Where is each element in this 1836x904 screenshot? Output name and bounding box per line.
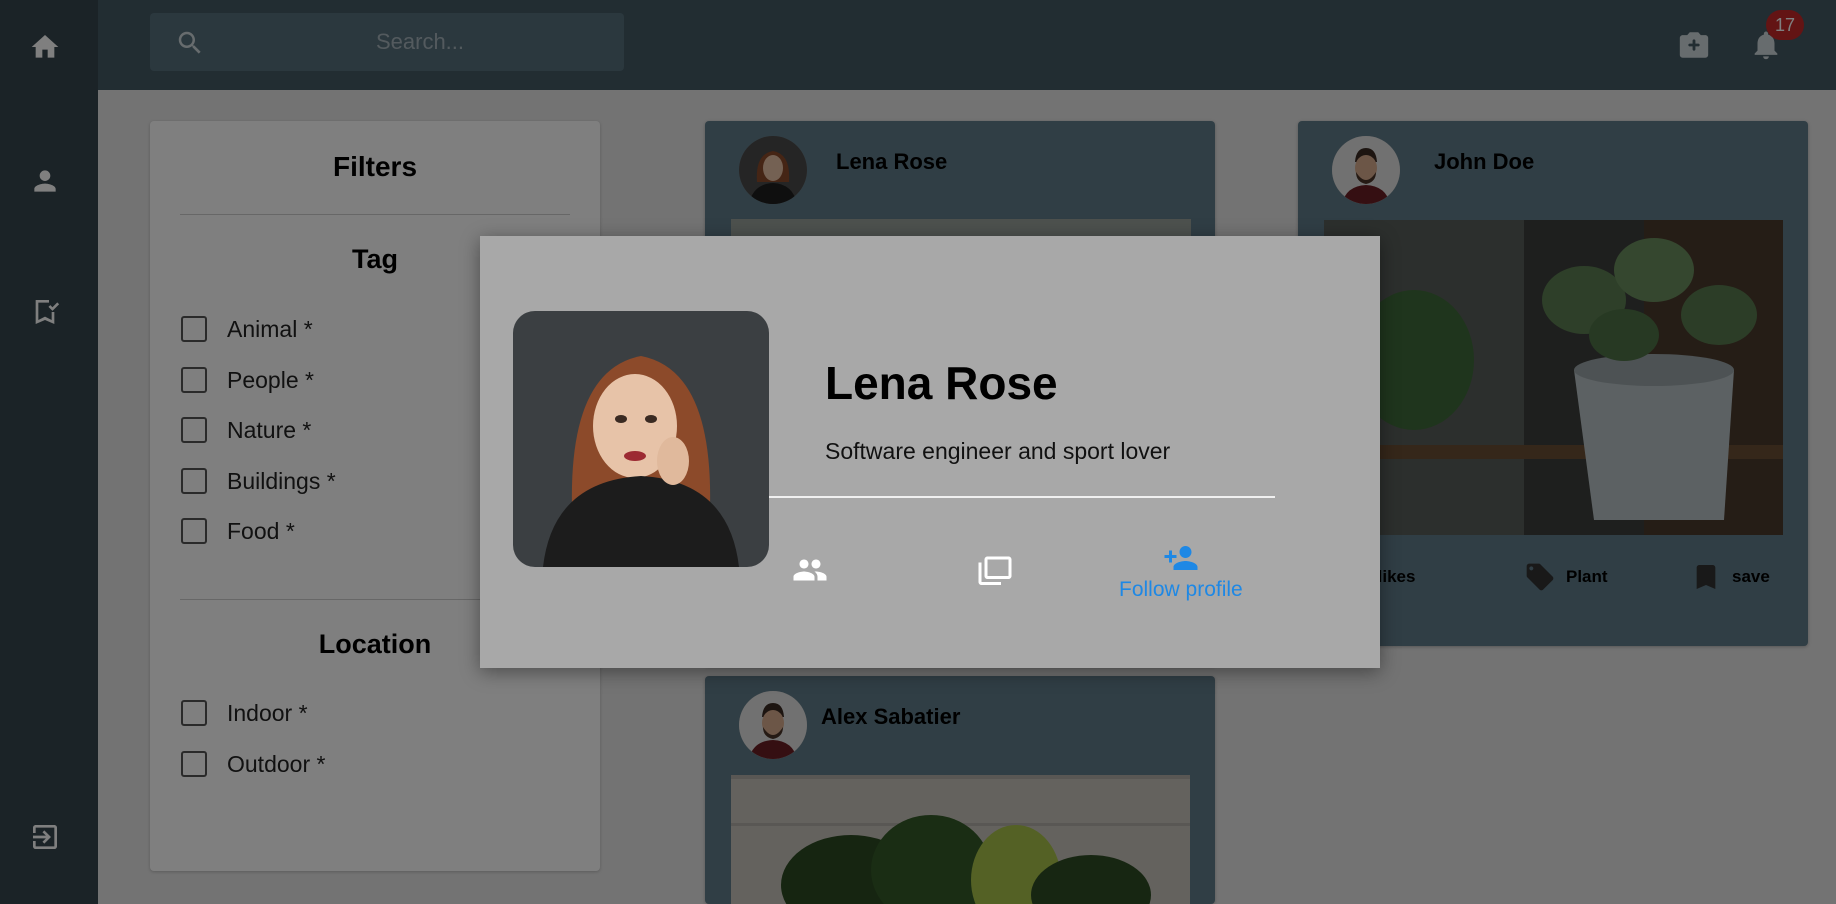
profile-name: Lena Rose	[825, 357, 1058, 409]
profile-photo	[513, 311, 769, 567]
group-icon	[793, 559, 827, 581]
person-add-icon	[1164, 546, 1198, 570]
profile-bio: Software engineer and sport lover	[825, 438, 1171, 464]
follow-profile-button[interactable]: Follow profile	[1119, 540, 1243, 602]
divider	[769, 496, 1275, 498]
follow-profile-label: Follow profile	[1119, 578, 1243, 601]
posts-gallery-button[interactable]	[977, 552, 1013, 588]
followers-button[interactable]	[792, 552, 828, 588]
gallery-stack-icon	[978, 556, 1012, 585]
profile-modal: Lena Rose Software engineer and sport lo…	[480, 236, 1380, 668]
